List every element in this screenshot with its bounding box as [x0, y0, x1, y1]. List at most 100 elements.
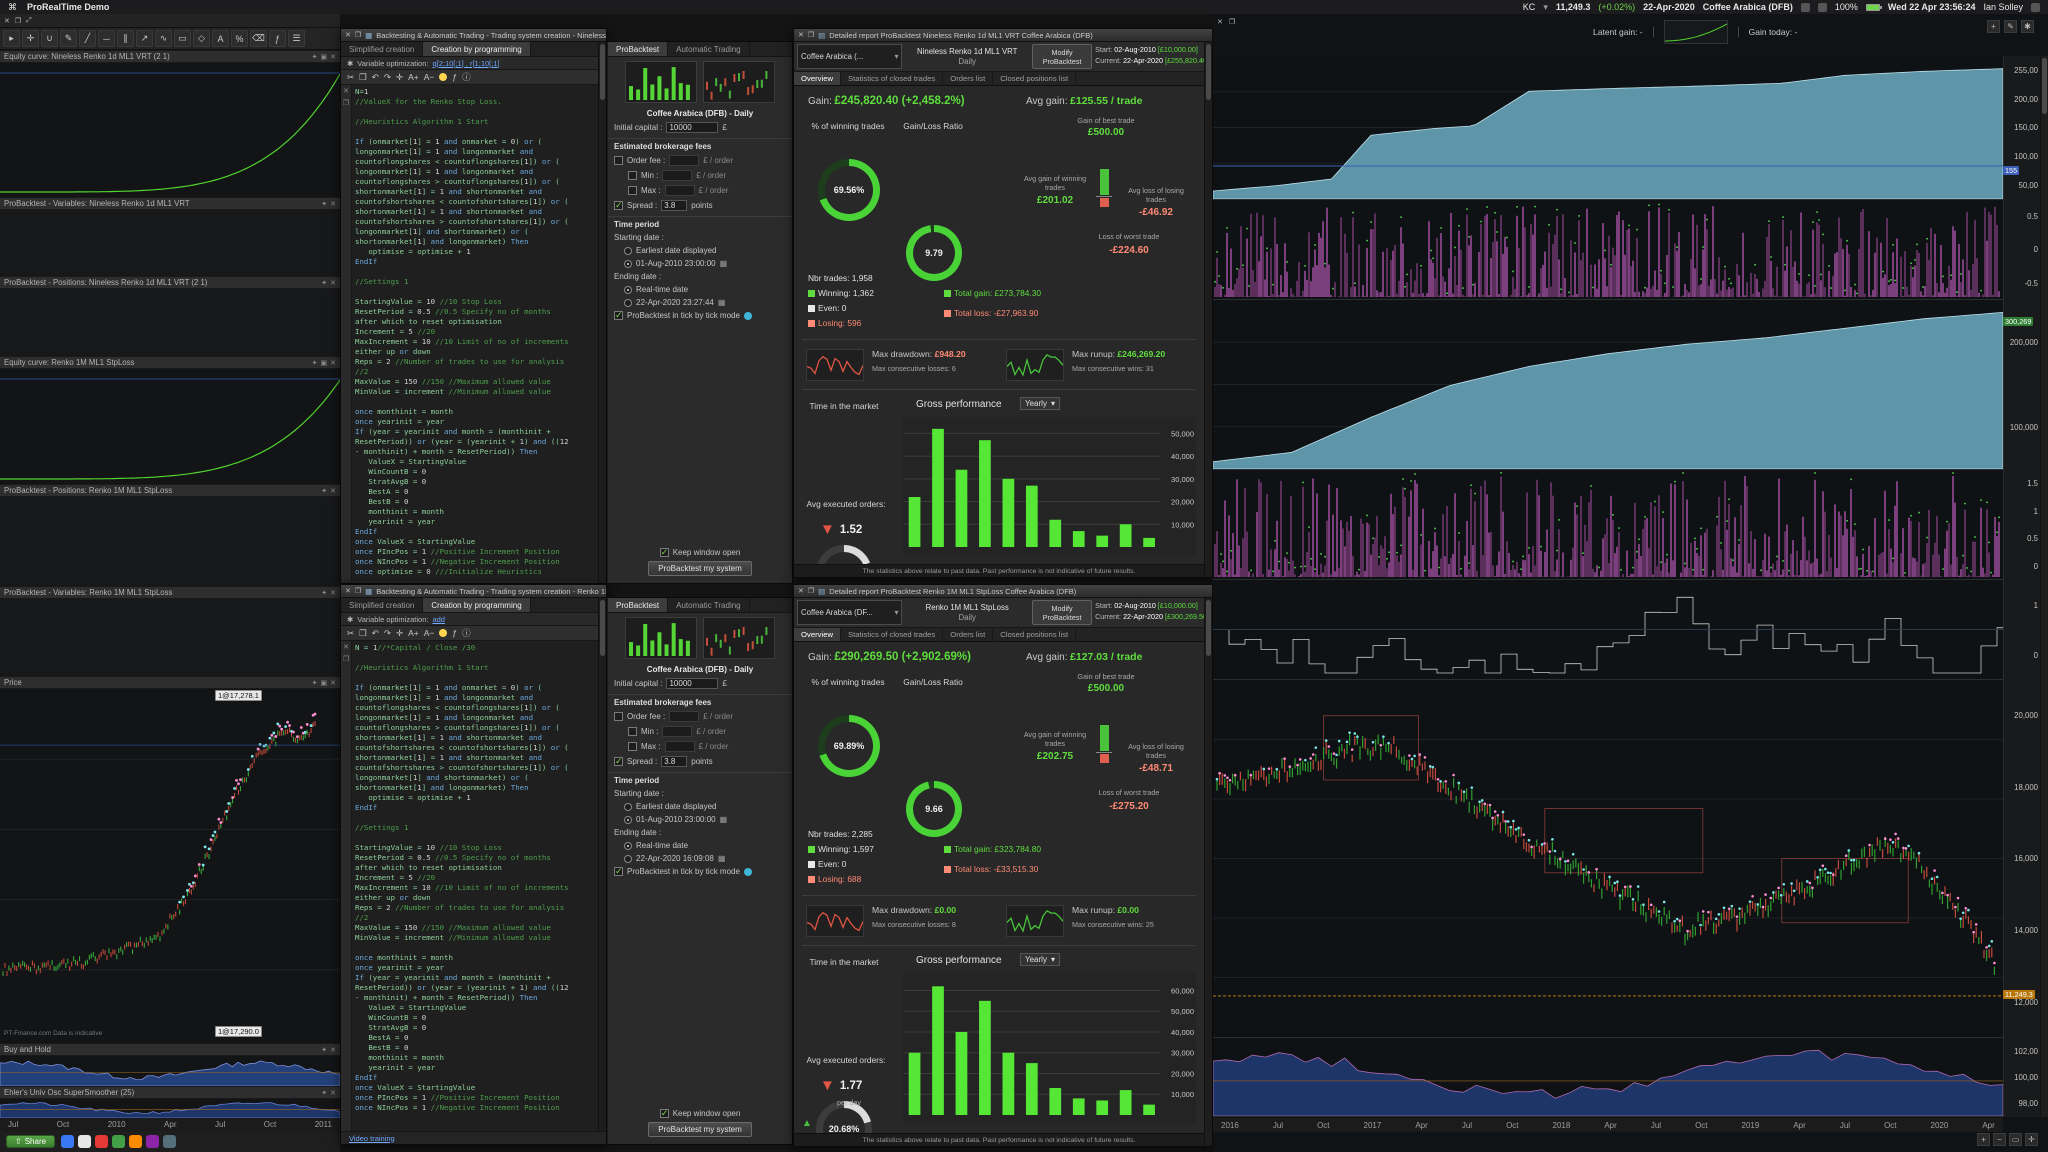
earliest-date-radio[interactable]	[624, 803, 632, 811]
menubar-user[interactable]: Ian Solley	[1983, 2, 2023, 12]
order-fee-checkbox[interactable]	[614, 156, 623, 165]
app-name[interactable]: ProRealTime Demo	[27, 2, 109, 12]
tab-creation-by-programming[interactable]: Creation by programming	[423, 42, 530, 56]
dock-icon[interactable]	[78, 1135, 91, 1148]
min-fee-input[interactable]	[662, 170, 692, 181]
close-icon[interactable]: ✕	[330, 279, 336, 287]
close-icon[interactable]: ✕	[330, 1046, 336, 1054]
start-date-radio[interactable]	[624, 260, 632, 268]
trend-line-icon[interactable]: ╱	[79, 30, 96, 47]
copy-icon[interactable]: ❐	[359, 628, 367, 639]
wrench-icon[interactable]: ✦	[312, 53, 318, 61]
realtime-date-radio[interactable]	[624, 842, 632, 850]
detach-icon[interactable]: ❐	[15, 17, 21, 25]
keep-window-checkbox[interactable]	[660, 548, 669, 557]
undo-icon[interactable]: ↶	[372, 628, 379, 639]
close-icon[interactable]: ✕	[330, 487, 336, 495]
hint-icon[interactable]	[439, 73, 447, 81]
close-icon[interactable]: ✕	[330, 589, 336, 597]
spread-input[interactable]	[661, 200, 687, 211]
layout-icon[interactable]: ☰	[288, 30, 305, 47]
zigzag-icon[interactable]: ∿	[155, 30, 172, 47]
order-fee-checkbox[interactable]	[614, 712, 623, 721]
wrench-icon[interactable]: ✦	[321, 589, 327, 597]
probacktest-thumbnail[interactable]	[625, 61, 697, 103]
oscillator-axis[interactable]: 102,00100,0098,00	[2003, 1038, 2040, 1117]
scrollbar-thumb[interactable]	[1206, 600, 1211, 656]
channel-icon[interactable]: ∥	[117, 30, 134, 47]
max-fee-checkbox[interactable]	[628, 742, 637, 751]
scrollbar[interactable]	[598, 598, 606, 1131]
variables-panel-1[interactable]	[0, 210, 340, 276]
tab-automatic-trading[interactable]: Automatic Trading	[668, 598, 749, 612]
redo-icon[interactable]: ↷	[384, 628, 391, 639]
dock-icon[interactable]	[61, 1135, 74, 1148]
font-increase-icon[interactable]: A+	[408, 628, 419, 638]
keep-window-checkbox[interactable]	[660, 1109, 669, 1118]
window-titlebar[interactable]: ✕ ❐ ▦ Backtesting & Automatic Trading - …	[341, 585, 606, 598]
equity-area-chart-1[interactable]	[1213, 56, 2003, 200]
max-fee-input[interactable]	[665, 741, 695, 752]
close-icon[interactable]: ✕	[330, 53, 336, 61]
zoom-control-icon[interactable]: ✛	[2025, 1133, 2038, 1146]
positions-panel-2[interactable]	[0, 497, 340, 586]
scrollbar-thumb[interactable]	[1206, 44, 1211, 100]
tab-overview[interactable]: Overview	[794, 628, 841, 641]
instrument-select[interactable]: Coffee Arabica (... ▾	[797, 44, 902, 69]
tab-orders-list[interactable]: Orders list	[943, 628, 993, 641]
maximize-icon[interactable]: ⤢	[26, 17, 32, 25]
gear-icon[interactable]: ✱	[347, 615, 353, 624]
font-decrease-icon[interactable]: A−	[424, 72, 435, 82]
search-icon[interactable]: ✛	[396, 72, 403, 83]
initial-capital-input[interactable]	[666, 678, 718, 689]
indicator-axis[interactable]: 0.50-0.5	[2003, 200, 2040, 300]
pencil-icon[interactable]: ✎	[60, 30, 77, 47]
gross-performance-bar-chart[interactable]: 50,00040,00030,00020,00010,000	[902, 417, 1196, 555]
panel-header-equity1[interactable]: Equity curve: Nineless Renko 1d ML1 VRT …	[0, 50, 340, 63]
close-icon[interactable]: ✕	[330, 1089, 336, 1097]
probacktest-my-system-button[interactable]: ProBacktest my system	[648, 1122, 752, 1137]
min-fee-checkbox[interactable]	[628, 171, 637, 180]
ehlers-oscillator-chart[interactable]	[0, 1099, 340, 1118]
font-decrease-icon[interactable]: A−	[424, 628, 435, 638]
settings-icon[interactable]: ✱	[2021, 20, 2034, 33]
close-icon[interactable]: ✕	[330, 359, 336, 367]
camera-icon[interactable]: ▣	[321, 679, 328, 687]
price-chart-left[interactable]	[0, 689, 340, 1040]
equity-curve-chart-1[interactable]	[0, 63, 340, 195]
panel-header-price[interactable]: Price ✦▣✕	[0, 676, 340, 689]
share-button[interactable]: ⇧Share	[6, 1135, 55, 1148]
gross-performance-bar-chart[interactable]: 60,00050,00040,00030,00020,00010,000	[902, 973, 1196, 1123]
dock-icon[interactable]	[112, 1135, 125, 1148]
price-axis[interactable]: 255,00200,00150,00100,0050,00	[2003, 56, 2040, 200]
close-icon[interactable]: ✕	[798, 587, 804, 595]
panel-header-ehlers[interactable]: Ehler's Univ Osc SuperSmoother (25) ✦✕	[0, 1086, 340, 1099]
wrench-icon[interactable]: ✦	[321, 487, 327, 495]
automatic-trading-thumbnail[interactable]	[703, 61, 775, 103]
window-titlebar[interactable]: ✕ ❐ ▤ Detailed report ProBacktest Ninele…	[794, 29, 1212, 42]
realtime-date-radio[interactable]	[624, 286, 632, 294]
panel-header-buyhold[interactable]: Buy and Hold ✦✕	[0, 1043, 340, 1056]
timeline-right[interactable]: 2016JulOct2017AprJulOct2018AprJulOct2019…	[1213, 1118, 2003, 1132]
dock-icon[interactable]	[129, 1135, 142, 1148]
rectangle-icon[interactable]: ▭	[174, 30, 191, 47]
tab-probacktest[interactable]: ProBacktest	[608, 598, 668, 612]
buy-and-hold-chart[interactable]	[0, 1056, 340, 1086]
wrench-icon[interactable]: ✦	[321, 1089, 327, 1097]
rhombus-icon[interactable]: ◇	[193, 30, 210, 47]
initial-capital-input[interactable]	[666, 122, 718, 133]
mini-equity-preview[interactable]	[1664, 20, 1728, 44]
oscillator-chart[interactable]	[1213, 1038, 2003, 1117]
instrument-select[interactable]: Coffee Arabica (DF... ▾	[797, 600, 902, 625]
gear-icon[interactable]: ✱	[347, 59, 353, 68]
end-date-radio[interactable]	[624, 299, 632, 307]
scrollbar[interactable]	[1204, 598, 1212, 1146]
info-icon[interactable]: ⓘ	[462, 71, 471, 83]
hint-icon[interactable]	[439, 629, 447, 637]
tab-closed-positions[interactable]: Closed positions list	[993, 628, 1076, 641]
text-icon[interactable]: A	[212, 30, 229, 47]
search-icon[interactable]: ✛	[396, 628, 403, 639]
eraser-icon[interactable]: ⌫	[250, 30, 267, 47]
period-select[interactable]: Yearly▾	[1020, 397, 1060, 410]
dock-icon[interactable]	[146, 1135, 159, 1148]
